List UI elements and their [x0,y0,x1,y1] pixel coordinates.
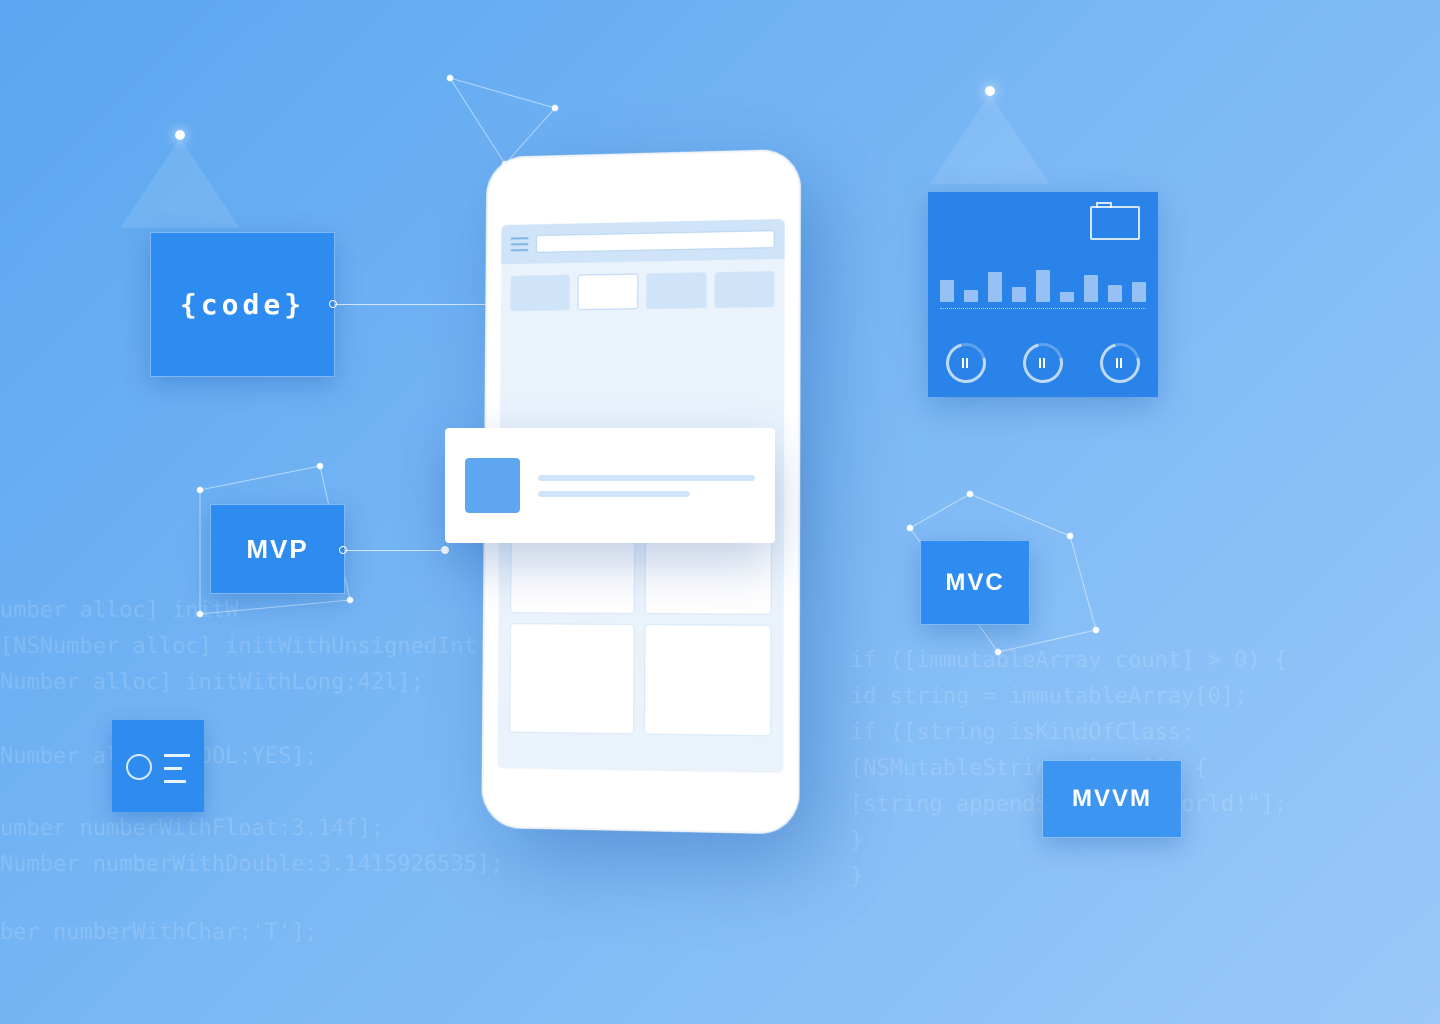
progress-dial-icon [939,336,994,391]
bar-chart-icon [940,252,1146,302]
mvc-label-card: MVC [920,540,1030,625]
connector-line [335,304,490,305]
code-label-text: {code} [180,288,305,321]
code-label-card: {code} [150,232,335,377]
dial-row [946,343,1140,383]
bars-icon [164,754,190,783]
thumbnail-placeholder [465,458,520,513]
phone-tabs [501,259,785,323]
analytics-card [928,192,1158,397]
window-icon [1090,206,1140,240]
progress-dial-icon [1093,336,1148,391]
phone-topbar [501,219,785,264]
mvvm-label-text: MVVM [1072,785,1152,813]
connector-line [345,550,445,551]
mvp-label-card: MVP [210,504,345,594]
dotted-axis-line [940,308,1146,309]
text-lines-placeholder [538,475,755,497]
mvvm-label-card: MVVM [1042,760,1182,838]
progress-dial-icon [1016,336,1071,391]
hamburger-icon [511,237,529,251]
floating-feed-card [445,428,775,543]
stats-icon-card [112,720,204,812]
ring-icon [126,754,152,780]
search-bar-placeholder [536,230,775,253]
mvc-label-text: MVC [945,569,1004,597]
mvp-label-text: MVP [246,534,308,565]
